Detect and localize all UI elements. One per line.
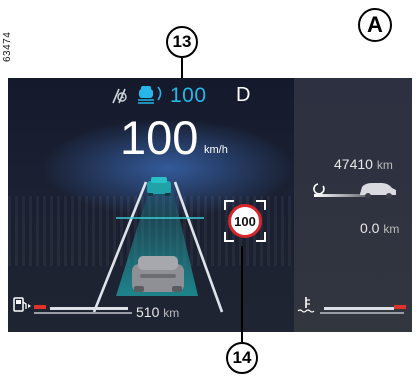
trip-meter: 0.0 km (360, 220, 399, 236)
callout-14: 14 (226, 342, 258, 374)
trip-unit: km (383, 222, 400, 236)
traffic-sign-recognition: 100 (224, 200, 266, 242)
lead-vehicle-icon (147, 177, 171, 196)
panel-label-a: A (358, 8, 392, 42)
range-value: 510 (136, 304, 160, 320)
callout-14-leader (241, 246, 243, 342)
callout-13: 13 (166, 26, 198, 58)
instrument-cluster-screen: 100 D 100 km/h 100 47410 km 0.0 km 510 k… (8, 78, 412, 332)
eco-loop-icon (313, 183, 325, 195)
own-vehicle-icon (132, 256, 184, 292)
speed-limit-sign: 100 (228, 204, 262, 238)
fuel-gauge (13, 297, 132, 314)
fuel-pump-icon (13, 297, 31, 312)
trip-value: 0.0 (360, 220, 380, 236)
odometer-value: 47410 (334, 156, 373, 172)
coolant-temp-icon (297, 297, 315, 313)
odometer: 47410 km (334, 156, 393, 172)
coolant-temp-gauge (297, 297, 406, 314)
fuel-range: 510 km (136, 304, 179, 320)
car-side-icon (313, 183, 396, 199)
odometer-unit: km (376, 158, 393, 172)
range-unit: km (163, 306, 180, 320)
figure-reference-number: 63474 (2, 31, 13, 62)
